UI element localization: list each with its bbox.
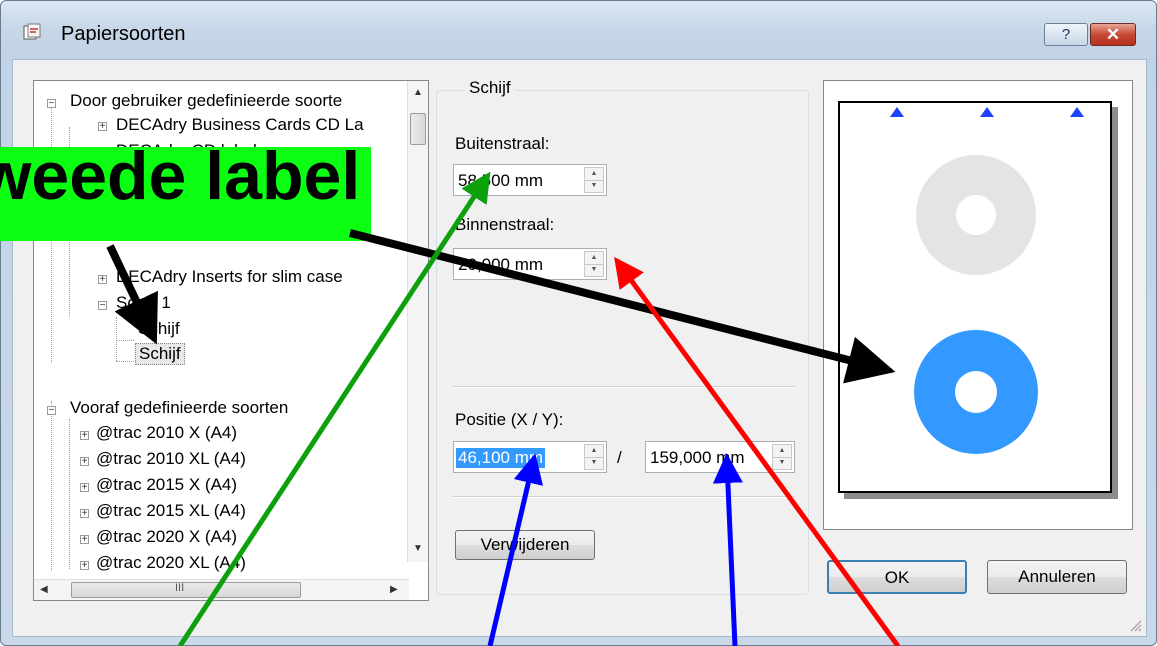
disc-label-1[interactable] (916, 155, 1036, 275)
inner-radius-value[interactable]: 20,000 mm (458, 255, 543, 275)
tree-item[interactable]: Vooraf gedefinieerde soorten (70, 398, 288, 418)
help-button[interactable]: ? (1044, 23, 1088, 46)
expand-icon[interactable]: + (80, 561, 89, 571)
expand-icon[interactable]: + (80, 509, 89, 519)
close-button[interactable]: ✕ (1090, 23, 1136, 46)
expand-icon[interactable]: + (98, 275, 107, 285)
title-bar[interactable]: Papiersoorten ? ✕ (1, 1, 1156, 59)
inner-radius-spinner[interactable]: ▲ ▼ (584, 251, 604, 277)
tree-vertical-scrollbar[interactable]: ▲ ▼ (407, 81, 428, 562)
tree-connector (69, 127, 70, 317)
expand-icon[interactable]: + (98, 148, 107, 158)
expand-icon[interactable]: + (80, 431, 89, 441)
tree-connector (69, 419, 70, 569)
scroll-grip-icon: III (175, 582, 185, 594)
resize-grip-icon[interactable] (1128, 618, 1142, 632)
window-title: Papiersoorten (61, 23, 186, 45)
scroll-thumb[interactable] (410, 113, 426, 145)
tree-connector (116, 317, 117, 361)
scroll-right-icon[interactable]: ▶ (390, 584, 398, 595)
separator (453, 386, 795, 388)
tree-item[interactable]: @trac 2015 X (A4) (96, 475, 237, 495)
tree-item[interactable]: @trac 2010 X (A4) (96, 423, 237, 443)
tree-connector (116, 340, 134, 341)
spin-down-icon[interactable]: ▼ (773, 457, 791, 469)
collapse-icon[interactable]: − (47, 99, 56, 109)
tree-item[interactable]: @trac 2015 XL (A4) (96, 501, 246, 521)
disc-hole (956, 195, 996, 235)
group-label: Schijf (465, 78, 515, 98)
spin-down-icon[interactable]: ▼ (585, 264, 603, 276)
paper-type-tree[interactable]: − Door gebruiker gedefinieerde soorte + … (33, 80, 429, 601)
position-y-spinner[interactable]: ▲ ▼ (772, 444, 792, 470)
collapse-icon[interactable]: − (47, 406, 56, 416)
spin-down-icon[interactable]: ▼ (585, 457, 603, 469)
position-label: Positie (X / Y): (455, 410, 564, 429)
inner-radius-input[interactable]: 20,000 mm ▲ ▼ (453, 248, 607, 280)
remove-button[interactable]: Verwijderen (455, 530, 595, 560)
disc-label-2-selected[interactable] (914, 330, 1038, 454)
scroll-left-icon[interactable]: ◀ (40, 584, 48, 595)
spin-down-icon[interactable]: ▼ (585, 180, 603, 192)
position-x-input[interactable]: 46,100 mm ▲ ▼ (453, 441, 607, 473)
outer-radius-input[interactable]: 58,500 mm ▲ ▼ (453, 164, 607, 196)
scroll-down-icon[interactable]: ▼ (413, 543, 423, 554)
tree-item[interactable]: DECAdry CD labels (116, 141, 265, 161)
expand-icon[interactable]: + (80, 535, 89, 545)
page-preview[interactable] (823, 80, 1133, 530)
scroll-up-icon[interactable]: ▲ (413, 87, 423, 98)
tree-item-selected[interactable]: Schijf (135, 343, 185, 365)
dialog-client-area: − Door gebruiker gedefinieerde soorte + … (12, 59, 1147, 637)
position-x-value[interactable]: 46,100 mm (456, 448, 546, 468)
app-icon (23, 23, 41, 40)
expand-icon[interactable]: + (98, 122, 107, 132)
outer-radius-spinner[interactable]: ▲ ▼ (584, 167, 604, 193)
expand-icon[interactable]: + (80, 483, 89, 493)
separator (453, 496, 795, 498)
tree-item[interactable]: Schijf (138, 319, 180, 339)
tree-connector (51, 103, 52, 363)
cancel-button[interactable]: Annuleren (987, 560, 1127, 594)
tree-horizontal-scrollbar[interactable]: ◀ III ▶ (34, 579, 409, 600)
outer-radius-label: Buitenstraal: (455, 134, 550, 153)
marker-icon (1070, 107, 1084, 117)
marker-icon (980, 107, 994, 117)
inner-radius-label: Binnenstraal: (455, 215, 555, 234)
ok-button[interactable]: OK (827, 560, 967, 594)
tree-item[interactable]: DECAdry Business Cards CD La (116, 115, 364, 135)
tree-connector (51, 401, 52, 571)
position-x-spinner[interactable]: ▲ ▼ (584, 444, 604, 470)
marker-icon (890, 107, 904, 117)
position-separator: / (617, 448, 622, 467)
tree-item[interactable]: Door gebruiker gedefinieerde soorte (70, 91, 342, 111)
paper-sheet (838, 101, 1112, 493)
tree-item[interactable]: @trac 2020 X (A4) (96, 527, 237, 547)
scroll-thumb[interactable]: III (71, 582, 301, 598)
tree-connector (116, 361, 134, 362)
tree-item[interactable]: @trac 2020 XL (A4) (96, 553, 246, 573)
position-y-value[interactable]: 159,000 mm (650, 448, 745, 468)
collapse-icon[interactable]: − (98, 301, 107, 311)
dialog-window: Papiersoorten ? ✕ − Door gebruiker gedef… (0, 0, 1157, 646)
outer-radius-value[interactable]: 58,500 mm (458, 171, 543, 191)
disc-hole (955, 371, 997, 413)
position-y-input[interactable]: 159,000 mm ▲ ▼ (645, 441, 795, 473)
tree-item[interactable]: DECAdry Inserts for slim case (116, 267, 343, 287)
tree-item[interactable]: @trac 2010 XL (A4) (96, 449, 246, 469)
expand-icon[interactable]: + (80, 457, 89, 467)
tree-item[interactable]: Soort 1 (116, 293, 171, 313)
